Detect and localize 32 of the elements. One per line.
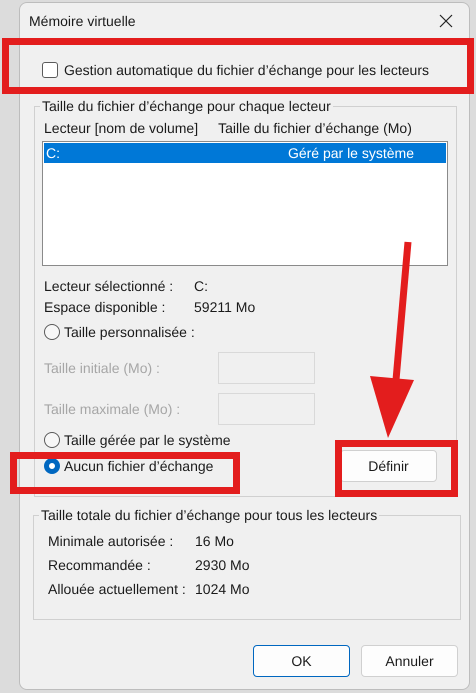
radio-button[interactable] [44,432,60,448]
radio-button[interactable] [44,458,60,474]
radio-label: Taille gérée par le système [64,432,231,448]
close-icon [439,14,453,28]
group-title: Taille du fichier d’échange pour chaque lecteur [41,98,332,114]
total-value: 2930 Mo [195,557,250,573]
info-label: Lecteur sélectionné : [44,278,174,294]
radio-label: Taille personnalisée : [64,324,195,340]
column-header: Taille du fichier d’échange (Mo) [218,120,412,136]
cancel-button[interactable]: Annuler [361,645,458,677]
total-label: Allouée actuellement : [48,581,187,597]
field-label: Taille initiale (Mo) : [44,360,161,376]
drive-cell: C: [46,145,60,161]
total-label: Minimale autorisée : [48,533,174,549]
total-value: 16 Mo [195,533,234,549]
ok-button[interactable]: OK [253,645,350,677]
size-cell: Géré par le système [288,145,414,161]
field-label: Taille maximale (Mo) : [44,401,182,417]
set-button[interactable]: Définir [340,450,437,482]
checkbox[interactable] [42,62,58,78]
info-value: 59211 Mo [194,299,256,315]
info-value: C: [194,278,208,294]
column-header: Lecteur [nom de volume] [44,120,198,136]
drive-row[interactable]: C: Géré par le système [44,143,446,163]
group-title: Taille totale du fichier d’échange pour tous les lecteurs [40,507,378,523]
window-title: Mémoire virtuelle [29,13,136,29]
info-label: Espace disponible : [44,299,166,315]
total-value: 1024 Mo [195,581,250,597]
radio-label: Aucun fichier d’échange [64,458,214,474]
radio-button[interactable] [44,324,60,340]
total-label: Recommandée : [48,557,152,573]
checkbox-label: Gestion automatique du fichier d’échange pour les lecteurs [64,62,429,78]
